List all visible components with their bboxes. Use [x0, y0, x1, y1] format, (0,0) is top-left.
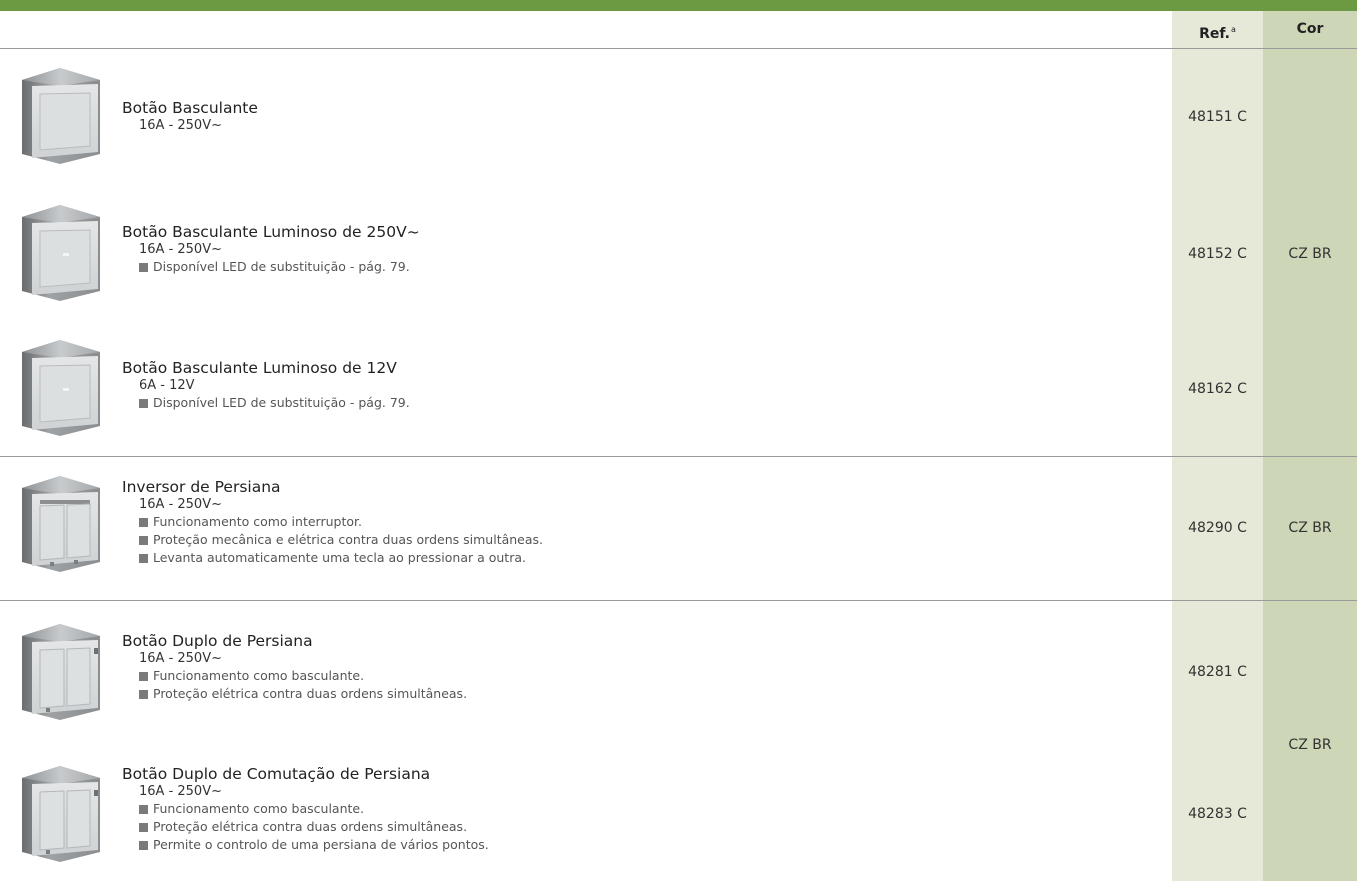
color-options: CZ BR: [1288, 246, 1332, 262]
double-rocker-switch-icon: [22, 624, 100, 720]
ref-column-header: Ref.a: [1172, 11, 1263, 48]
rocker-switch-single-icon: [22, 340, 100, 436]
rocker-switch-single-icon: [22, 205, 100, 301]
product-48151: Botão Basculante 16A - 250V~: [122, 98, 258, 134]
note-item: Proteção mecânica e elétrica contra duas…: [139, 531, 543, 549]
double-rocker-switch-icon: [22, 476, 100, 572]
product-name: Botão Basculante Luminoso de 12V: [122, 359, 397, 377]
color-options: CZ BR: [1288, 520, 1332, 536]
cor-column-header: Cor: [1296, 21, 1324, 37]
product-name: Botão Basculante: [122, 99, 258, 117]
note-item: Funcionamento como basculante.: [139, 800, 489, 818]
product-name: Botão Duplo de Comutação de Persiana: [122, 765, 431, 783]
product-ref: 48152 C: [1188, 246, 1247, 262]
product-notes: Disponível LED de substituição - pág. 79…: [122, 258, 420, 276]
note-item: Levanta automaticamente uma tecla ao pre…: [139, 549, 543, 567]
product-spec: 16A - 250V~: [139, 118, 222, 133]
product-ref: 48283 C: [1188, 806, 1247, 822]
ref-header-label: Ref.: [1199, 26, 1230, 42]
header-divider: [0, 48, 1357, 49]
color-options: CZ BR: [1288, 737, 1332, 753]
row-divider: [0, 456, 1357, 457]
note-item: Funcionamento como interruptor.: [139, 513, 543, 531]
product-notes: Funcionamento como interruptor. Proteção…: [122, 513, 543, 567]
product-ref: 48281 C: [1188, 664, 1247, 680]
product-ref: 48290 C: [1188, 520, 1247, 536]
product-48162: Botão Basculante Luminoso de 12V 6A - 12…: [122, 358, 410, 412]
product-spec: 16A - 250V~: [139, 784, 222, 799]
product-spec: 16A - 250V~: [139, 497, 222, 512]
note-item: Proteção elétrica contra duas ordens sim…: [139, 685, 467, 703]
product-spec: 16A - 250V~: [139, 242, 222, 257]
ref-column-background: [1172, 11, 1263, 881]
note-item: Disponível LED de substituição - pág. 79…: [139, 258, 420, 276]
note-item: Funcionamento como basculante.: [139, 667, 467, 685]
product-notes: Funcionamento como basculante. Proteção …: [122, 800, 489, 854]
product-notes: Disponível LED de substituição - pág. 79…: [122, 394, 410, 412]
product-name: Botão Duplo de Persiana: [122, 632, 313, 650]
note-item: Disponível LED de substituição - pág. 79…: [139, 394, 410, 412]
rocker-switch-single-icon: [22, 68, 100, 164]
product-48152: Botão Basculante Luminoso de 250V~ 16A -…: [122, 222, 420, 276]
ref-header-superscript: a: [1231, 25, 1236, 34]
product-ref: 48162 C: [1188, 381, 1247, 397]
product-name: Botão Basculante Luminoso de 250V~: [122, 223, 420, 241]
product-ref: 48151 C: [1188, 109, 1247, 125]
product-48283: Botão Duplo de Comutação de Persiana 16A…: [122, 764, 489, 854]
header-bar: [0, 0, 1357, 11]
row-divider: [0, 600, 1357, 601]
product-48281: Botão Duplo de Persiana 16A - 250V~ Func…: [122, 631, 467, 703]
double-rocker-switch-icon: [22, 766, 100, 862]
product-name: Inversor de Persiana: [122, 478, 281, 496]
product-spec: 6A - 12V: [139, 378, 195, 393]
product-notes: Funcionamento como basculante. Proteção …: [122, 667, 467, 703]
product-spec: 16A - 250V~: [139, 651, 222, 666]
note-item: Permite o controlo de uma persiana de vá…: [139, 836, 489, 854]
note-item: Proteção elétrica contra duas ordens sim…: [139, 818, 489, 836]
product-48290: Inversor de Persiana 16A - 250V~ Funcion…: [122, 477, 543, 567]
